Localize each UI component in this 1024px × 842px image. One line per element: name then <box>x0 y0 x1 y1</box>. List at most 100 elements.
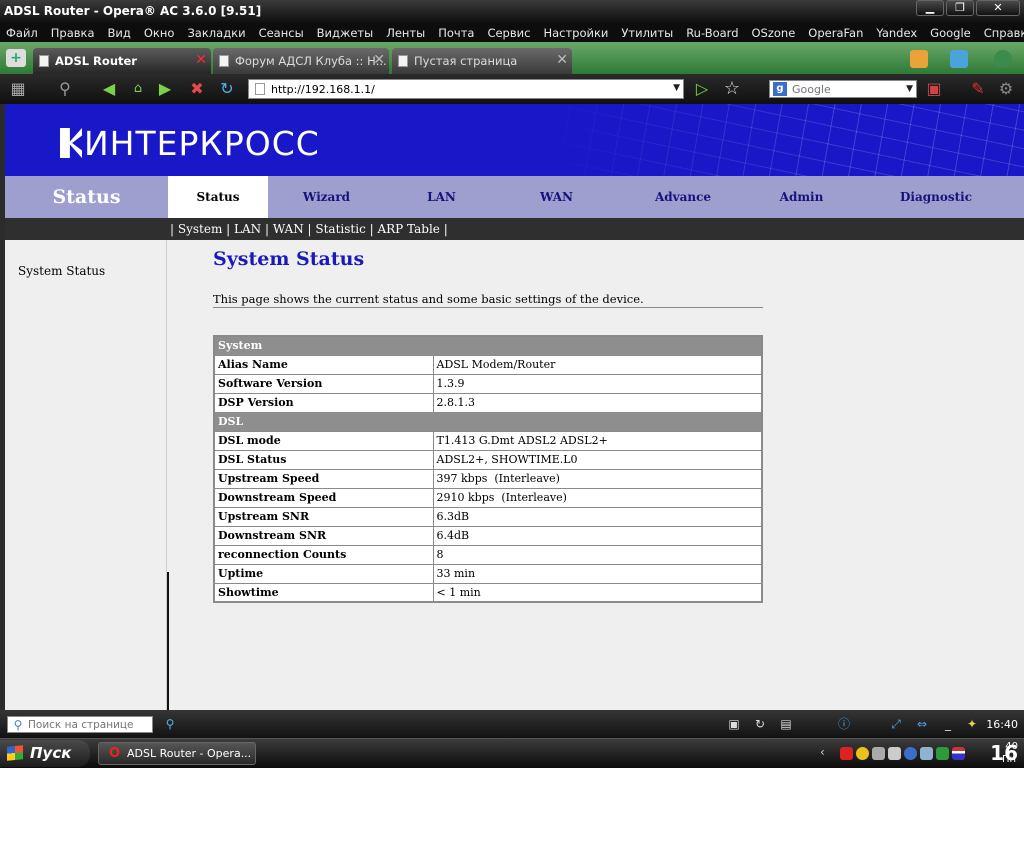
subnav-arp-table[interactable]: ARP Table <box>377 222 439 236</box>
opera-tray-icon[interactable] <box>840 747 853 760</box>
close-tab-icon[interactable]: ✕ <box>556 52 568 68</box>
row-key: Downstream SNR <box>213 525 434 546</box>
menu-help[interactable]: Справка <box>984 26 1024 40</box>
window-titlebar: ADSL Router - Opera® AC 3.6.0 [9.51] ▁ ❐… <box>0 0 1024 23</box>
find-in-page-field[interactable]: ⚲ <box>7 716 153 733</box>
find-go-icon[interactable]: ⚲ <box>162 716 178 732</box>
search-input[interactable] <box>792 82 902 96</box>
close-button[interactable]: ✕ <box>976 0 1020 16</box>
menu-operafan[interactable]: OperaFan <box>808 26 863 40</box>
trash-icon[interactable] <box>950 50 968 68</box>
forward-icon[interactable]: ▶ <box>155 80 175 98</box>
row-value: 33 min <box>432 563 763 584</box>
subnav-separator: | <box>222 222 234 236</box>
menu-oszone[interactable]: OSzone <box>752 26 796 40</box>
back-icon[interactable]: ◀ <box>99 80 119 98</box>
nav-wizard[interactable]: Wizard <box>275 176 378 218</box>
table-row: DSL Status ADSL2+, SHOWTIME.L0 <box>213 449 763 470</box>
taskbar-item-opera[interactable]: O ADSL Router - Opera... <box>98 742 256 765</box>
taskbar: Пуск O ADSL Router - Opera... ‹ 16 40 Пн <box>0 738 1024 768</box>
find-in-page-input[interactable] <box>28 717 148 732</box>
pin-icon[interactable]: ✎ <box>968 80 988 98</box>
nav-advance[interactable]: Advance <box>630 176 736 218</box>
bookmark-star-icon[interactable]: ☆ <box>722 80 742 98</box>
panel-toggle-icon[interactable]: ▣ <box>726 716 742 732</box>
nav-status[interactable]: Status <box>168 176 268 218</box>
chevron-left-icon[interactable]: ‹ <box>820 745 833 759</box>
menu-google[interactable]: Google <box>930 26 971 40</box>
home-icon[interactable]: ⌂ <box>128 80 148 98</box>
network-tray-icon[interactable] <box>872 747 885 760</box>
smiley-tray-icon[interactable] <box>856 747 869 760</box>
nav-wan[interactable]: WAN <box>505 176 608 218</box>
stop-icon[interactable]: ✖ <box>187 80 207 98</box>
info-icon[interactable]: ⓘ <box>836 716 852 732</box>
tab-forum[interactable]: Форум АДСЛ Клуба :: Н... ✕ <box>213 48 389 74</box>
clock-day: Пн <box>1001 754 1016 765</box>
subnav-statistic[interactable]: Statistic <box>315 222 365 236</box>
address-input[interactable] <box>271 81 661 97</box>
reload-icon[interactable]: ↻ <box>217 80 237 98</box>
fit-to-width-icon[interactable]: ⤢ <box>888 716 904 732</box>
menu-bookmarks[interactable]: Закладки <box>187 26 245 40</box>
tab-empty-page[interactable]: Пустая страница ✕ <box>392 48 572 74</box>
monitor-tray-icon[interactable] <box>888 747 901 760</box>
menu-settings[interactable]: Настройки <box>543 26 608 40</box>
search-field[interactable]: g ▼ <box>769 80 917 98</box>
gear-icon[interactable]: ⚙ <box>996 80 1016 98</box>
nav-diagnostic[interactable]: Diagnostic <box>881 176 991 218</box>
bookmarks-panel-icon[interactable] <box>910 50 928 68</box>
menu-mail[interactable]: Почта <box>438 26 474 40</box>
minimize-panel-icon[interactable]: _ <box>940 716 956 732</box>
menu-view[interactable]: Вид <box>108 26 131 40</box>
globe-tray-icon[interactable] <box>904 747 917 760</box>
menu-utilities[interactable]: Утилиты <box>621 26 673 40</box>
menu-file[interactable]: Файл <box>6 26 38 40</box>
subnav-wan[interactable]: WAN <box>273 222 304 236</box>
menu-feeds[interactable]: Ленты <box>386 26 425 40</box>
maximize-button[interactable]: ❐ <box>946 0 974 16</box>
speed-dial-icon[interactable]: ✦ <box>964 716 980 732</box>
sync-icon[interactable]: ↻ <box>752 716 768 732</box>
menu-yandex[interactable]: Yandex <box>876 26 917 40</box>
row-value: < 1 min <box>432 582 763 603</box>
page-icon <box>39 55 49 67</box>
search-icon: ⚲ <box>13 718 23 732</box>
subnav-system[interactable]: System <box>178 222 222 236</box>
nav-lan[interactable]: LAN <box>390 176 493 218</box>
language-flag-icon[interactable] <box>952 747 965 760</box>
chevron-down-icon[interactable]: ▼ <box>906 84 913 94</box>
subnav-lan[interactable]: LAN <box>234 222 261 236</box>
close-tab-icon[interactable]: ✕ <box>373 52 385 68</box>
router-banner: ИНТЕРКРОСС <box>5 104 1024 176</box>
menu-ruboard[interactable]: Ru-Board <box>686 26 738 40</box>
images-icon[interactable]: ▤ <box>778 716 794 732</box>
chevron-down-icon[interactable]: ▼ <box>673 83 680 93</box>
minimize-button[interactable]: ▁ <box>916 0 944 16</box>
volume-tray-icon[interactable] <box>920 747 933 760</box>
download-icon[interactable] <box>994 50 1012 68</box>
menu-edit[interactable]: Правка <box>51 26 95 40</box>
start-button[interactable]: Пуск <box>0 740 90 767</box>
battery-tray-icon[interactable] <box>936 747 949 760</box>
row-key: Alias Name <box>213 354 434 375</box>
menu-window[interactable]: Окно <box>144 26 175 40</box>
taskbar-clock[interactable]: 16 40 Пн <box>990 741 1018 765</box>
close-tab-icon[interactable]: ✕ <box>195 52 207 68</box>
nav-admin[interactable]: Admin <box>750 176 853 218</box>
panels-icon[interactable]: ▦ <box>8 80 28 98</box>
tab-adsl-router[interactable]: ADSL Router ✕ <box>33 48 211 74</box>
go-icon[interactable]: ▷ <box>692 80 712 98</box>
row-key: Upstream Speed <box>213 468 434 489</box>
new-tab-icon[interactable]: + <box>6 49 26 67</box>
address-field[interactable]: ▼ <box>248 79 684 99</box>
menu-widgets[interactable]: Виджеты <box>317 26 374 40</box>
windows-logo-icon <box>7 745 23 761</box>
subnav-separator: | <box>170 222 178 236</box>
menu-sessions[interactable]: Сеансы <box>259 26 304 40</box>
wand-icon[interactable]: ⚲ <box>55 80 75 98</box>
menu-service[interactable]: Сервис <box>487 26 530 40</box>
view-mode-icon[interactable]: ⇔ <box>914 716 930 732</box>
sidebar-item-system-status[interactable]: System Status <box>18 264 105 278</box>
extension-icon[interactable]: ▣ <box>924 80 944 98</box>
